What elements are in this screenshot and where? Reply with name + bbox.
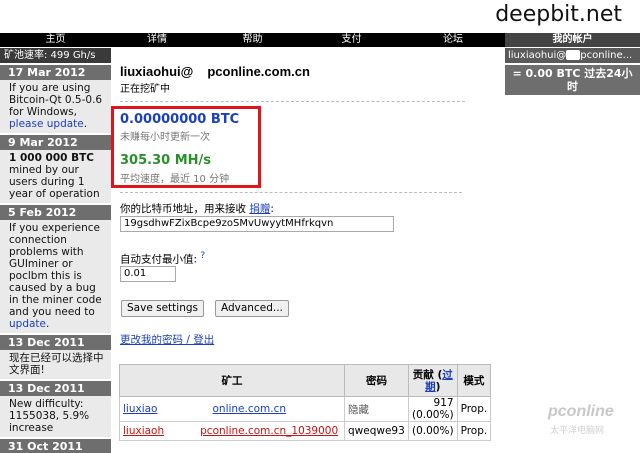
account-domain: pconline... bbox=[580, 50, 633, 61]
worker-contrib: 917 (0.00%) bbox=[408, 396, 458, 422]
news-text: If you experience connection problems wi… bbox=[9, 222, 102, 318]
watermark-logo: pconline bbox=[548, 403, 614, 420]
news-item: 现在已经可以选择中文界面! bbox=[0, 350, 111, 379]
news-sidebar: 矿池速率: 499 Gh/s 17 Mar 2012 If you are us… bbox=[0, 48, 111, 453]
worker-name[interactable]: liuxiaoh bbox=[123, 425, 164, 437]
address-label-colon: : bbox=[270, 203, 274, 215]
news-date: 17 Mar 2012 bbox=[0, 65, 111, 80]
nav-forum[interactable]: 论坛 bbox=[401, 33, 505, 47]
worker-domain[interactable]: pconline.com.cn_1039000 bbox=[200, 425, 338, 437]
worker-contrib: (0.00%) bbox=[408, 421, 458, 441]
worker-name-cell: liuxiao online.com.cn bbox=[119, 396, 345, 422]
news-update-link[interactable]: please update bbox=[9, 118, 84, 130]
col-contrib-close: ) bbox=[435, 380, 441, 393]
nav-help[interactable]: 帮助 bbox=[203, 33, 302, 47]
account-sidebar: liuxiaohui@ pconline... = 0.00 BTC 过去24小时 bbox=[505, 48, 640, 453]
col-password: 密码 bbox=[344, 364, 409, 397]
news-date: 5 Feb 2012 bbox=[0, 205, 111, 220]
table-row: liuxiaoh pconline.com.cn_1039000 qweqwe93… bbox=[119, 421, 492, 441]
col-contrib: 贡献 (过期) bbox=[408, 364, 458, 397]
nav-details[interactable]: 详情 bbox=[111, 33, 203, 47]
nav-my-account[interactable]: 我的帐户 bbox=[505, 33, 640, 47]
col-contrib-text: 贡献 ( bbox=[412, 368, 443, 381]
min-payout-field[interactable]: 0.01 bbox=[120, 266, 176, 282]
contrib-value: 917 bbox=[433, 397, 454, 409]
account-24h-stat: = 0.00 BTC 过去24小时 bbox=[505, 65, 640, 95]
worker-mode: Prop. bbox=[456, 421, 492, 441]
save-settings-button[interactable]: Save settings bbox=[121, 300, 204, 317]
col-mode: 模式 bbox=[456, 364, 492, 397]
pool-speed: 矿池速率: 499 Gh/s bbox=[0, 48, 111, 63]
worker-name[interactable]: liuxiao bbox=[123, 403, 157, 415]
redaction-mask bbox=[566, 50, 581, 60]
news-item: If you experience connection problems wi… bbox=[0, 220, 111, 333]
worker-password: 隐藏 bbox=[344, 396, 409, 422]
watermark-sub: 太平洋电脑网 bbox=[550, 426, 605, 436]
account-user: liuxiaohui@ bbox=[508, 50, 567, 61]
news-date: 9 Mar 2012 bbox=[0, 135, 111, 150]
site-title: deepbit.net bbox=[495, 2, 622, 27]
worker-mode: Prop. bbox=[456, 396, 492, 422]
hashrate-note: 平均速度，最近 10 分钟 bbox=[120, 174, 230, 185]
account-main: liuxiaohui@ pconline.com.cn 正在挖矿中 bbox=[120, 64, 500, 102]
user-name: liuxiaohui@ bbox=[120, 64, 194, 79]
divider bbox=[120, 192, 462, 193]
worker-domain[interactable]: online.com.cn bbox=[212, 403, 286, 415]
min-payout-text: 自动支付最小值: bbox=[120, 253, 198, 266]
worker-password: qweqwe93 bbox=[344, 421, 409, 441]
contrib-pct: (0.00%) bbox=[412, 425, 454, 437]
address-label-text: 你的比特币地址，用来接收 bbox=[120, 203, 250, 215]
news-tail: . bbox=[83, 118, 88, 130]
user-line: liuxiaohui@ pconline.com.cn bbox=[120, 64, 500, 79]
table-header: 矿工 密码 贡献 (过期) 模式 bbox=[119, 364, 492, 397]
change-password-logout-link[interactable]: 更改我的密码 / 登出 bbox=[120, 332, 214, 347]
news-text: New difficulty: 1155038, 5.9% increase bbox=[9, 398, 90, 434]
advanced-button[interactable]: Advanced... bbox=[215, 300, 289, 317]
worker-name-cell: liuxiaoh pconline.com.cn_1039000 bbox=[119, 421, 345, 441]
news-update-link[interactable]: update bbox=[9, 318, 46, 330]
news-item: If you are using Bitcoin-Qt 0.5-0.6 for … bbox=[0, 80, 111, 133]
news-bold: 1 000 000 BTC bbox=[9, 152, 94, 164]
col-worker: 矿工 bbox=[119, 364, 345, 397]
news-item: New difficulty: 1155038, 5.9% increase bbox=[0, 396, 111, 437]
news-text: mined by our users during 1 year of oper… bbox=[9, 164, 100, 200]
btc-note: 未赚每小时更新一次 bbox=[120, 132, 210, 143]
contrib-pct: (0.00%) bbox=[412, 409, 454, 421]
donate-link[interactable]: 捐赠 bbox=[249, 203, 270, 215]
table-row: liuxiao online.com.cn 隐藏 917 (0.00%) Prop. bbox=[119, 396, 492, 422]
news-text: 现在已经可以选择中文界面! bbox=[9, 352, 104, 376]
news-text: If you are using Bitcoin-Qt 0.5-0.6 for … bbox=[9, 82, 103, 118]
btc-balance: 0.00000000 BTC bbox=[120, 112, 240, 127]
nav-home[interactable]: 主页 bbox=[0, 33, 111, 47]
divider bbox=[120, 101, 465, 102]
news-date: 13 Dec 2011 bbox=[0, 381, 111, 396]
news-item: 1 000 000 BTC mined by our users during … bbox=[0, 150, 111, 203]
news-tail: . bbox=[46, 318, 50, 330]
mining-status: 正在挖矿中 bbox=[120, 84, 170, 95]
address-label: 你的比特币地址，用来接收 捐赠: bbox=[120, 201, 274, 216]
help-icon[interactable]: ? bbox=[200, 251, 205, 261]
news-date: 13 Dec 2011 bbox=[0, 335, 111, 350]
workers-table: 矿工 密码 贡献 (过期) 模式 liuxiao online.com.cn 隐藏… bbox=[119, 364, 492, 441]
main-nav: 主页 详情 帮助 支付 论坛 我的帐户 bbox=[0, 33, 640, 47]
account-bar: liuxiaohui@ pconline... bbox=[505, 48, 640, 63]
news-date: 31 Oct 2011 bbox=[0, 439, 111, 453]
nav-payments[interactable]: 支付 bbox=[302, 33, 401, 47]
min-payout-label: 自动支付最小值: ? bbox=[120, 251, 205, 267]
bitcoin-address-field[interactable]: 19gsdhwFZixBcpe9zoSMvUwyytMHfrkqvn bbox=[120, 216, 394, 232]
user-domain: pconline.com.cn bbox=[207, 64, 310, 79]
hashrate: 305.30 MH/s bbox=[120, 153, 211, 168]
